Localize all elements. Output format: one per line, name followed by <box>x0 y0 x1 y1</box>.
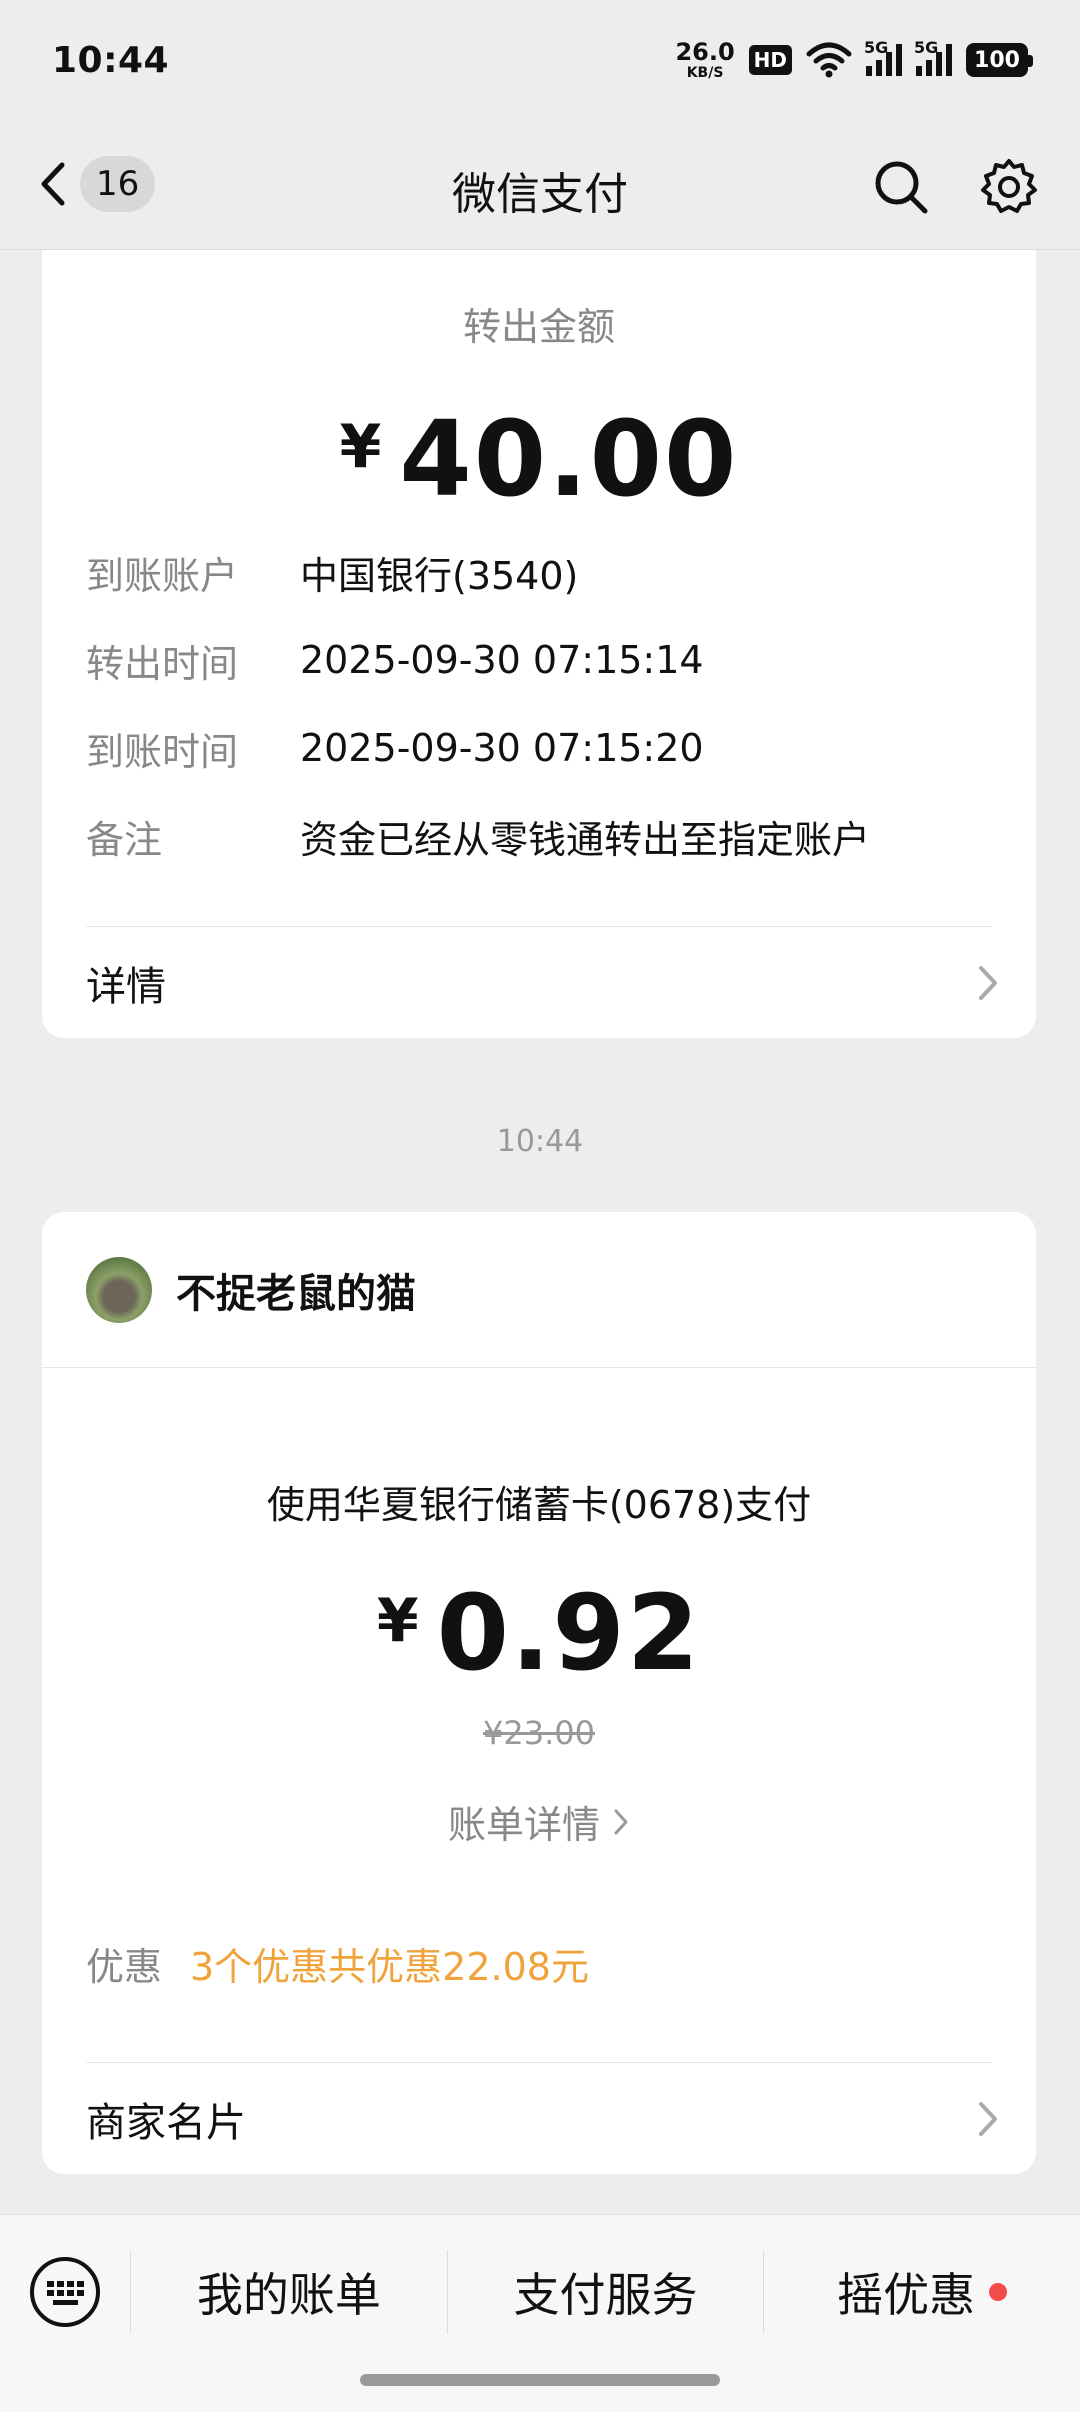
search-icon[interactable] <box>872 158 930 216</box>
menu-item-label: 我的账单 <box>196 2268 381 2322</box>
promotion-row: 优惠 3个优惠共优惠22.08元 <box>86 1936 589 1991</box>
wifi-icon <box>806 42 852 78</box>
nav-bar: 16 微信支付 <box>0 130 1080 250</box>
battery-icon: 100 <box>966 43 1033 77</box>
detail-label: 转出时间 <box>86 641 239 686</box>
currency-symbol: ¥ <box>339 412 382 482</box>
network-speed-value: 26.0 <box>675 38 735 66</box>
promotion-value: 3个优惠共优惠22.08元 <box>190 1945 589 1989</box>
menu-item-label: 支付服务 <box>513 2268 698 2322</box>
detail-label: 到账时间 <box>86 729 239 774</box>
status-time: 10:44 <box>52 39 170 81</box>
message-timestamp: 10:44 <box>496 1124 584 1159</box>
back-button[interactable]: 16 <box>38 156 156 212</box>
details-link[interactable]: 详情 <box>86 928 1000 1038</box>
signal-1-icon: 5G <box>864 38 902 76</box>
merchant-name: 不捉老鼠的猫 <box>176 1270 416 1317</box>
chevron-right-icon <box>979 966 997 1000</box>
bill-details-link[interactable]: 账单详情 <box>42 1794 1036 1849</box>
promotion-label: 优惠 <box>86 1945 163 1989</box>
detail-row: 到账账户 中国银行(3540) <box>86 528 992 616</box>
payment-amount-value: 0.92 <box>436 1572 702 1694</box>
menu-item-my-bills[interactable]: 我的账单 <box>131 2259 447 2325</box>
merchant-card-link[interactable]: 商家名片 <box>86 2064 1000 2174</box>
detail-value: 资金已经从零钱通转出至指定账户 <box>300 817 871 862</box>
detail-value: 2025-09-30 07:15:20 <box>300 726 704 770</box>
menu-item-label: 摇优惠 <box>837 2268 976 2322</box>
detail-value: 2025-09-30 07:15:14 <box>300 638 704 682</box>
network-speed: 26.0 KB/S <box>675 40 734 80</box>
back-arrow-icon <box>41 162 65 206</box>
transfer-amount-label: 转出金额 <box>462 305 615 349</box>
status-indicators: 26.0 KB/S HD 5G 5G 100 <box>675 38 1033 80</box>
hd-icon: HD <box>748 45 792 75</box>
keyboard-toggle-button[interactable] <box>0 2255 130 2329</box>
payment-card: 不捉老鼠的猫 使用华夏银行储蓄卡(0678)支付 ¥ 0.92 ¥23.00 账… <box>42 1212 1036 2174</box>
transfer-amount-value: 40.00 <box>399 398 739 520</box>
original-amount: ¥23.00 <box>483 1714 595 1752</box>
keyboard-icon <box>30 2257 100 2327</box>
transfer-card: 转出金额 ¥ 40.00 到账账户 中国银行(3540) 转出时间 2025-0… <box>42 250 1036 1038</box>
detail-row: 备注 资金已经从零钱通转出至指定账户 <box>86 792 992 880</box>
detail-label: 备注 <box>86 817 163 862</box>
detail-value: 中国银行(3540) <box>300 553 579 598</box>
signal-2-icon: 5G <box>914 38 952 76</box>
currency-symbol: ¥ <box>376 1586 419 1656</box>
network-speed-unit: KB/S <box>686 65 724 81</box>
bottom-menu-bar: 我的账单 支付服务 摇优惠 <box>0 2214 1080 2412</box>
detail-row: 转出时间 2025-09-30 07:15:14 <box>86 616 992 704</box>
merchant-header[interactable]: 不捉老鼠的猫 <box>42 1212 1036 1368</box>
payment-method: 使用华夏银行储蓄卡(0678)支付 <box>266 1483 812 1527</box>
divider <box>86 926 992 927</box>
details-label: 详情 <box>86 964 166 1010</box>
menu-item-payment-services[interactable]: 支付服务 <box>448 2259 764 2325</box>
detail-row: 到账时间 2025-09-30 07:15:20 <box>86 704 992 792</box>
payment-amount: ¥ 0.92 <box>42 1572 1036 1694</box>
menu-item-shake-deals[interactable]: 摇优惠 <box>764 2259 1080 2325</box>
transfer-details: 到账账户 中国银行(3540) 转出时间 2025-09-30 07:15:14… <box>86 528 992 880</box>
unread-count-badge: 16 <box>80 156 156 212</box>
signal-2-label: 5G <box>914 38 939 57</box>
divider <box>86 2062 992 2063</box>
signal-1-label: 5G <box>864 38 889 57</box>
settings-gear-icon[interactable] <box>980 158 1038 216</box>
chevron-right-icon <box>979 2102 997 2136</box>
home-indicator[interactable] <box>360 2374 720 2386</box>
status-bar: 10:44 26.0 KB/S HD 5G 5G 100 <box>0 0 1080 120</box>
chevron-right-icon <box>614 1809 628 1834</box>
detail-label: 到账账户 <box>86 553 239 598</box>
notification-dot <box>989 2283 1008 2301</box>
merchant-card-label: 商家名片 <box>86 2100 246 2146</box>
page-title: 微信支付 <box>452 168 628 220</box>
avatar <box>86 1256 152 1323</box>
bill-details-label: 账单详情 <box>447 1803 600 1847</box>
transfer-amount: ¥ 40.00 <box>42 398 1036 520</box>
